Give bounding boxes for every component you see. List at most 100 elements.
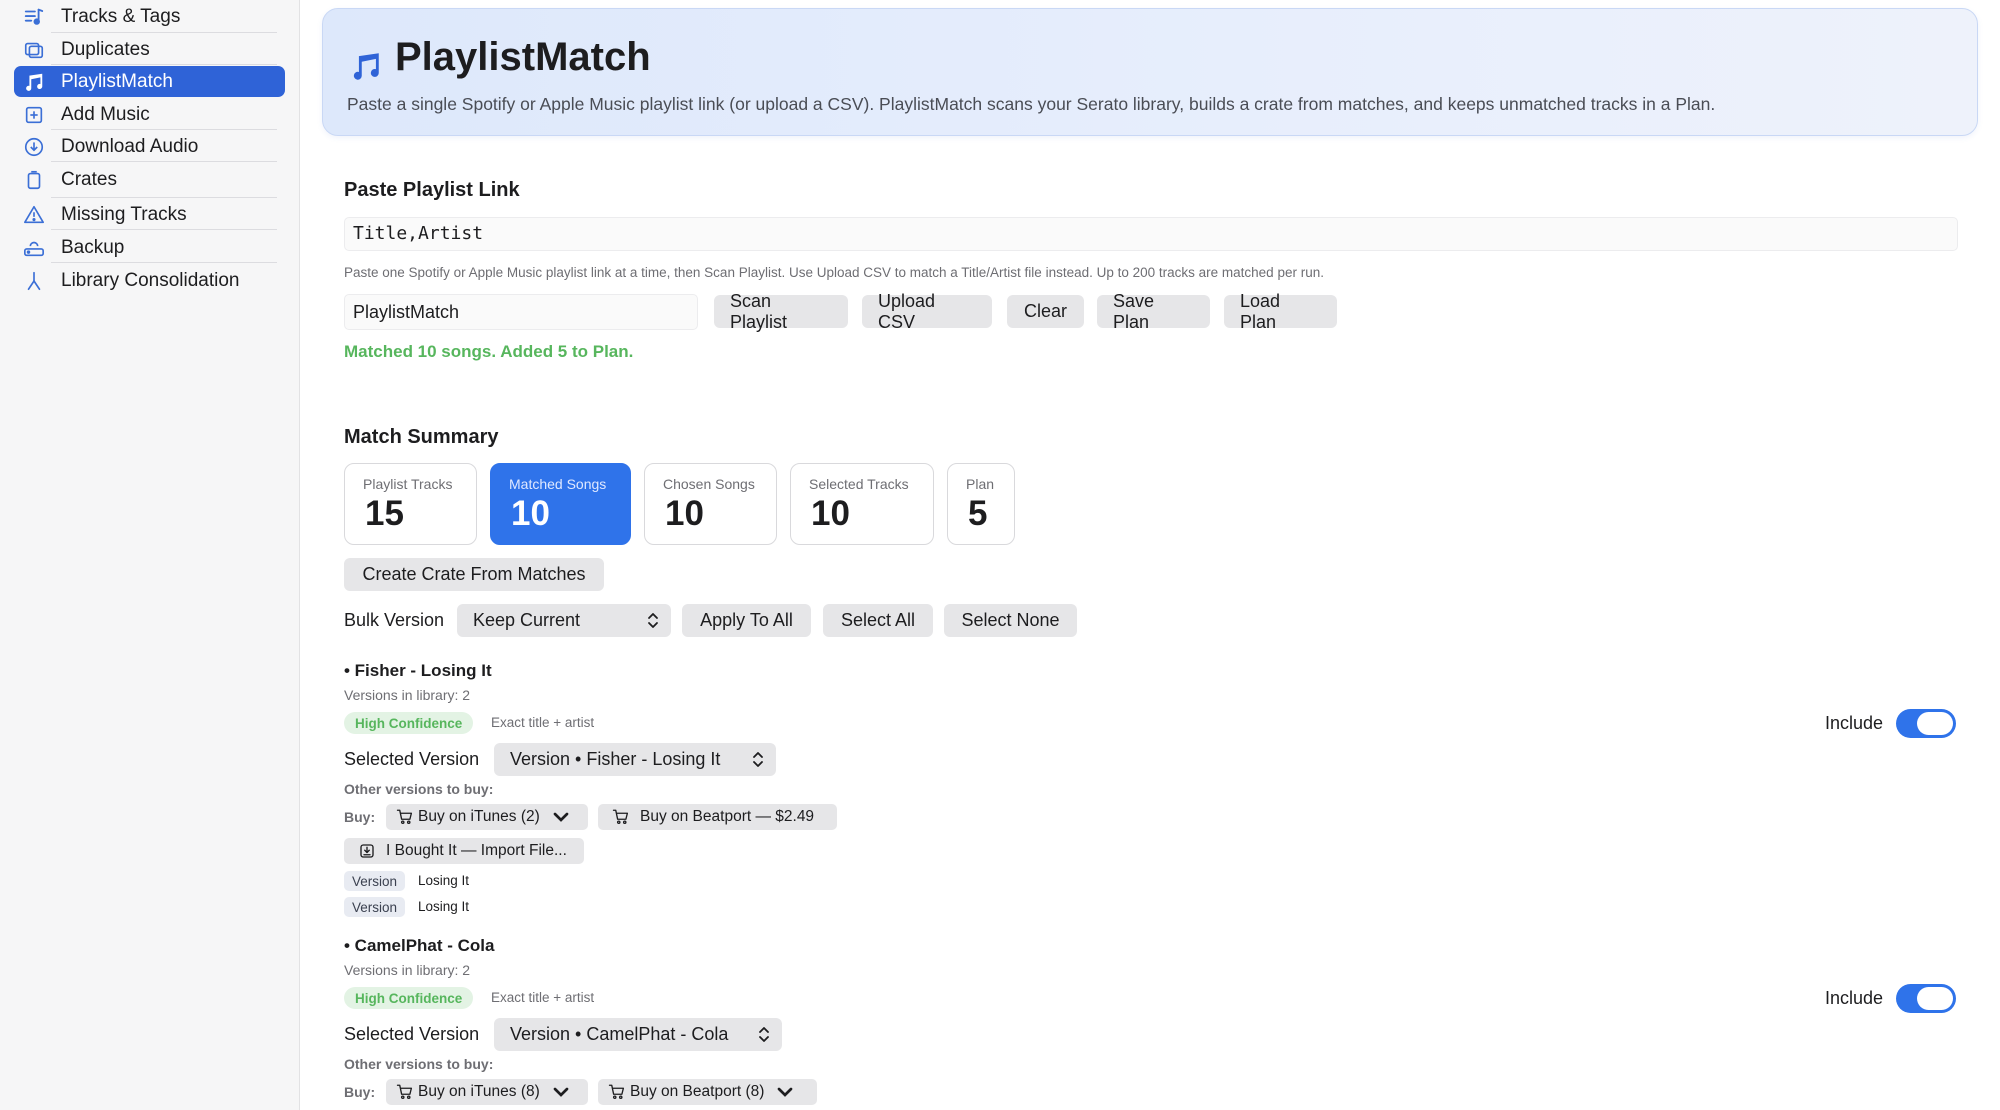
divider — [51, 32, 277, 33]
divider — [51, 197, 277, 198]
stat-selected-tracks[interactable]: Selected Tracks 10 — [790, 463, 934, 545]
include-label: Include — [1825, 988, 1884, 1008]
cart-icon — [608, 1084, 625, 1100]
buy-beatport-label: Buy on Beatport (8) — [630, 1083, 765, 1100]
sidebar-item-add-music[interactable]: Add Music — [14, 99, 285, 130]
bulk-version-label: Bulk Version — [344, 610, 445, 630]
match-note: Exact title + artist — [491, 715, 595, 730]
version-tag: Version — [344, 897, 406, 917]
crate-name-field[interactable]: PlaylistMatch — [344, 294, 698, 330]
buy-label: Buy: — [344, 809, 376, 825]
chevron-down-icon — [553, 1087, 569, 1097]
sidebar: Tracks & Tags Duplicates PlaylistMatch A… — [0, 0, 300, 1110]
buy-itunes-label: Buy on iTunes (8) — [418, 1083, 540, 1100]
chevron-down-icon — [553, 812, 569, 822]
selected-version-select[interactable]: Version • CamelPhat - Cola — [494, 1018, 782, 1051]
include-label: Include — [1825, 713, 1884, 733]
select-value: Version • Fisher - Losing It — [510, 749, 721, 769]
confidence-badge: High Confidence — [344, 712, 474, 734]
sidebar-item-label: PlaylistMatch — [61, 70, 173, 92]
other-versions-label: Other versions to buy: — [344, 1056, 494, 1072]
warning-icon — [22, 203, 46, 227]
merge-icon — [22, 269, 46, 293]
stat-plan[interactable]: Plan 5 — [947, 463, 1015, 545]
other-versions-label: Other versions to buy: — [344, 781, 494, 797]
apply-to-all-button[interactable]: Apply To All — [682, 604, 811, 637]
playlist-link-input[interactable]: Title,Artist — [344, 217, 1958, 251]
versions-count: Versions in library: 2 — [344, 687, 471, 703]
cart-icon — [612, 809, 629, 825]
divider — [51, 229, 277, 230]
buy-itunes-menu[interactable]: Buy on iTunes (2) — [386, 804, 588, 830]
selected-version-label: Selected Version — [344, 749, 480, 769]
load-plan-button[interactable]: Load Plan — [1224, 291, 1337, 332]
match-note: Exact title + artist — [491, 990, 595, 1005]
section-title-paste: Paste Playlist Link — [344, 179, 520, 201]
include-toggle[interactable] — [1896, 984, 1956, 1013]
sidebar-item-crates[interactable]: Crates — [14, 164, 285, 195]
divider — [51, 64, 277, 65]
sidebar-item-duplicates[interactable]: Duplicates — [14, 34, 285, 65]
sidebar-item-label: Crates — [61, 168, 117, 190]
sidebar-item-label: Add Music — [61, 103, 150, 125]
divider — [51, 161, 277, 162]
stat-value: 10 — [511, 494, 550, 533]
stat-chosen-songs[interactable]: Chosen Songs 10 — [644, 463, 777, 545]
up-down-chevron-icon — [759, 1027, 769, 1042]
buy-itunes-menu[interactable]: Buy on iTunes (8) — [386, 1079, 588, 1105]
music-list-icon — [22, 5, 46, 29]
clear-button[interactable]: Clear — [1007, 295, 1084, 328]
bulk-version-select[interactable]: Keep Current — [457, 604, 671, 637]
cart-icon — [396, 809, 413, 825]
sidebar-item-label: Tracks & Tags — [61, 5, 181, 27]
music-notes-icon — [349, 49, 383, 83]
add-music-icon — [22, 103, 46, 127]
duplicate-icon — [22, 38, 46, 62]
versions-count: Versions in library: 2 — [344, 962, 471, 978]
sidebar-item-label: Library Consolidation — [61, 269, 240, 291]
selected-version-select[interactable]: Version • Fisher - Losing It — [494, 743, 776, 776]
sidebar-item-library-consolidation[interactable]: Library Consolidation — [14, 265, 285, 296]
buy-beatport-button[interactable]: Buy on Beatport — $2.49 — [598, 804, 837, 830]
version-value: Losing It — [418, 899, 470, 914]
create-crate-button[interactable]: Create Crate From Matches — [344, 558, 604, 591]
sidebar-item-download-audio[interactable]: Download Audio — [14, 131, 285, 162]
sidebar-item-playlistmatch[interactable]: PlaylistMatch — [14, 66, 285, 97]
section-title-summary: Match Summary — [344, 426, 499, 448]
buy-beatport-label: Buy on Beatport — $2.49 — [640, 808, 815, 825]
include-toggle[interactable] — [1896, 709, 1956, 738]
stat-value: 10 — [811, 494, 850, 533]
stat-value: 15 — [365, 494, 404, 533]
import-file-button[interactable]: I Bought It — Import File... — [344, 838, 584, 864]
version-value: Losing It — [418, 873, 470, 888]
select-all-button[interactable]: Select All — [823, 604, 933, 637]
stat-label: Playlist Tracks — [363, 476, 453, 492]
confidence-badge: High Confidence — [344, 987, 474, 1009]
up-down-chevron-icon — [753, 752, 763, 767]
sidebar-item-missing-tracks[interactable]: Missing Tracks — [14, 199, 285, 230]
paste-hint: Paste one Spotify or Apple Music playlis… — [344, 265, 1324, 280]
select-value: Version • CamelPhat - Cola — [510, 1024, 729, 1044]
upload-csv-button[interactable]: Upload CSV — [862, 291, 992, 332]
stat-matched-songs[interactable]: Matched Songs 10 — [490, 463, 631, 545]
page-header-card: PlaylistMatch Paste a single Spotify or … — [322, 8, 1978, 136]
import-tray-icon — [360, 844, 374, 858]
buy-beatport-menu[interactable]: Buy on Beatport (8) — [598, 1079, 817, 1105]
divider — [51, 129, 277, 130]
import-file-label: I Bought It — Import File... — [386, 842, 567, 859]
crate-icon — [22, 168, 46, 192]
save-plan-button[interactable]: Save Plan — [1097, 291, 1210, 332]
stat-value: 5 — [968, 494, 988, 533]
chevron-down-icon — [778, 1087, 793, 1097]
sidebar-item-tracks-tags[interactable]: Tracks & Tags — [14, 1, 285, 32]
match-status-text: Matched 10 songs. Added 5 to Plan. — [344, 342, 634, 361]
divider — [51, 262, 277, 263]
stat-label: Chosen Songs — [663, 476, 755, 492]
scan-playlist-button[interactable]: Scan Playlist — [714, 291, 848, 332]
select-none-button[interactable]: Select None — [944, 604, 1077, 637]
sidebar-item-label: Download Audio — [61, 135, 199, 157]
stat-label: Matched Songs — [509, 476, 607, 492]
sidebar-item-backup[interactable]: Backup — [14, 232, 285, 263]
stat-playlist-tracks[interactable]: Playlist Tracks 15 — [344, 463, 477, 545]
backup-drive-icon — [22, 236, 46, 260]
